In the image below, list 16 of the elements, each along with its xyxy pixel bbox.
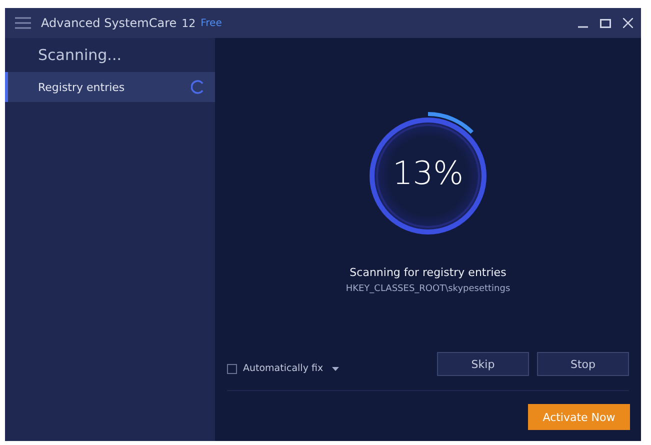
window-title: Advanced SystemCare (41, 16, 177, 30)
menu-icon[interactable] (15, 17, 31, 29)
dropdown-caret-icon[interactable] (332, 366, 340, 370)
progress-percent: 13% (391, 154, 465, 192)
close-icon[interactable] (623, 18, 633, 28)
action-button[interactable]: Stop (537, 352, 629, 376)
sidebar-item[interactable]: Registry entries (5, 72, 215, 102)
scan-status: Scanning for registry entries (350, 266, 506, 279)
auto-fix-checkbox[interactable] (227, 364, 237, 374)
action-button[interactable]: Skip (437, 352, 529, 376)
auto-fix-label: Automatically fix (243, 363, 324, 374)
current-path: HKEY_CLASSES_ROOT\skypesettings (346, 284, 510, 294)
edition-label: Free (200, 18, 222, 28)
scan-heading: Scanning... (37, 45, 122, 66)
maximize-icon[interactable] (600, 18, 611, 28)
version-number: 12 (182, 16, 196, 30)
